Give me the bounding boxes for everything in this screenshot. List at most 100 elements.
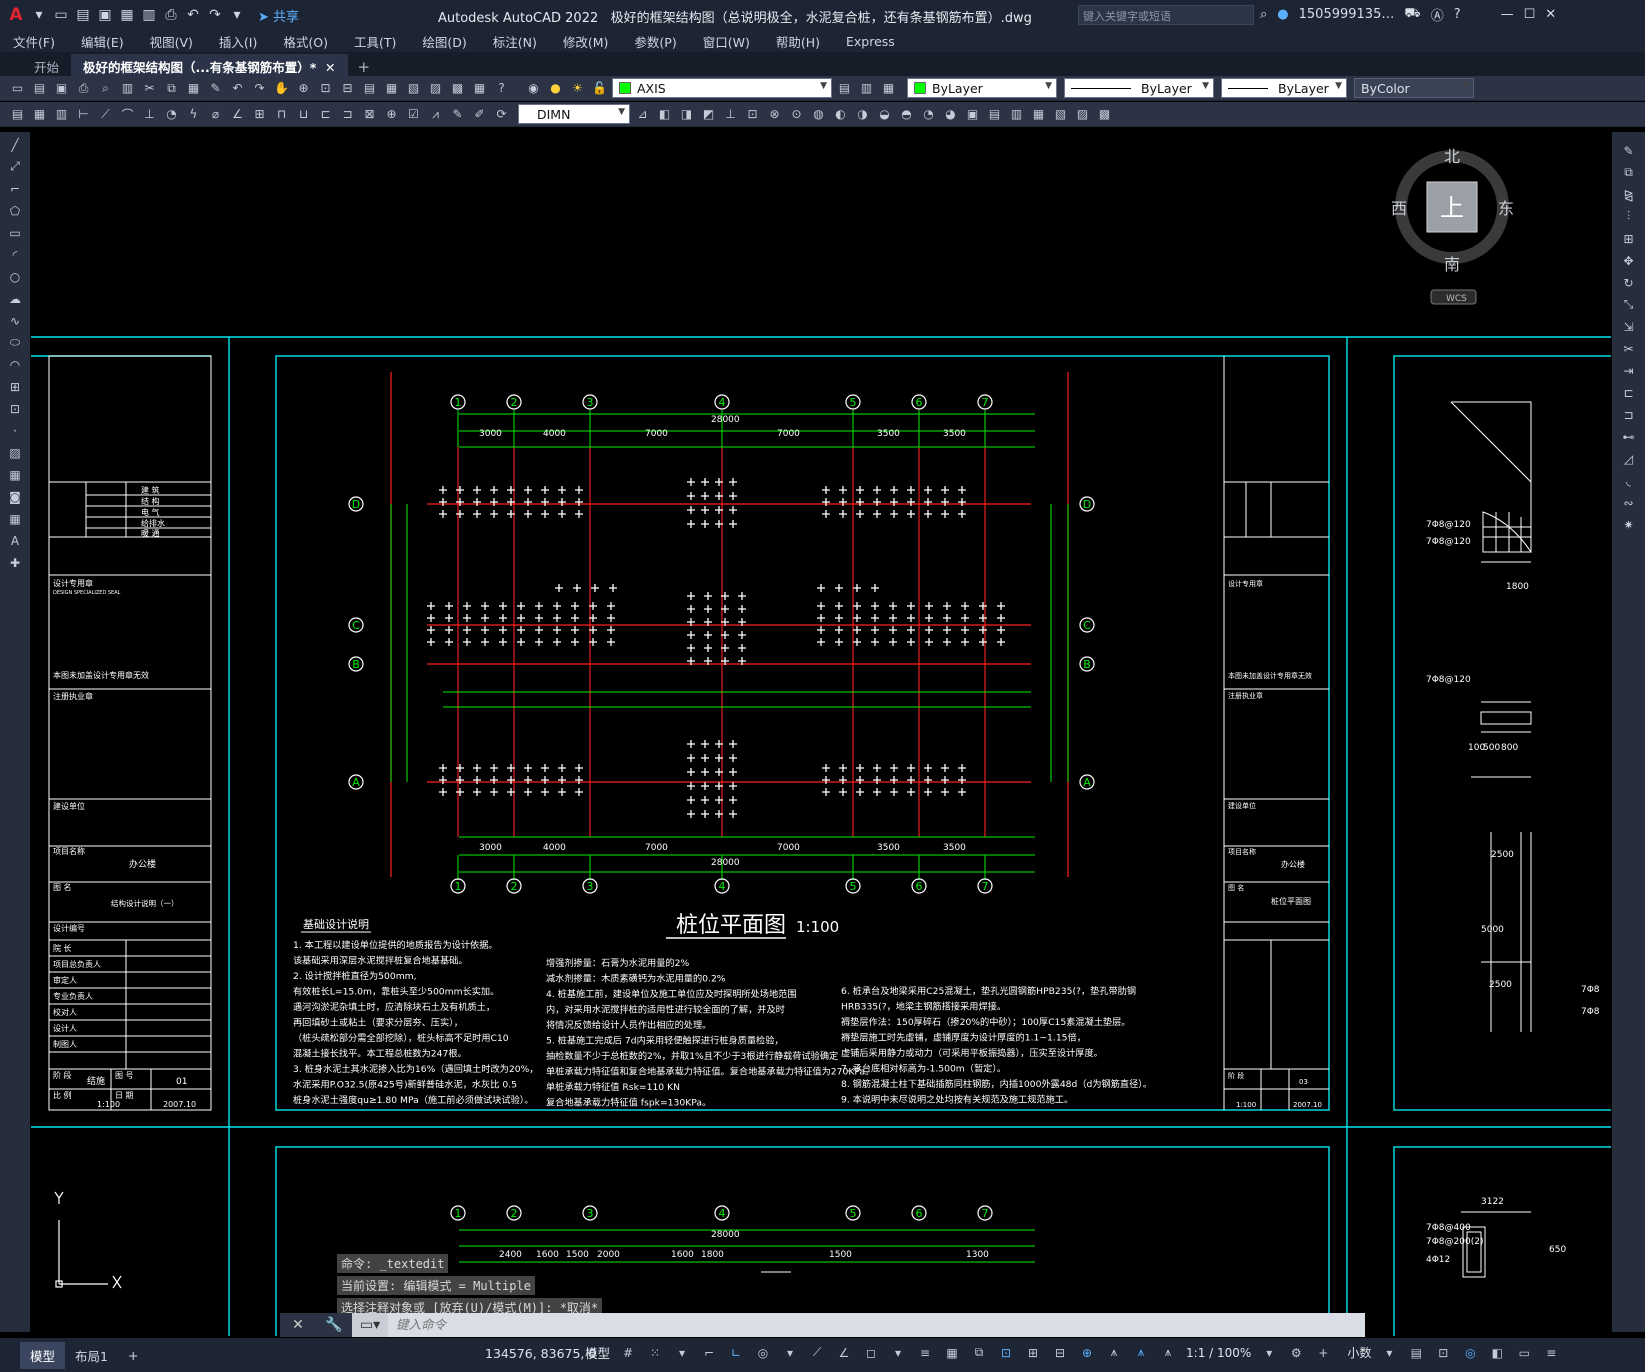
- menu-express[interactable]: Express: [833, 34, 908, 49]
- cut-icon[interactable]: ✂: [140, 79, 159, 98]
- plot-icon[interactable]: ⎙: [162, 6, 180, 24]
- make-current-icon[interactable]: ▤: [835, 79, 854, 98]
- minimize-icon[interactable]: —: [1501, 7, 1514, 22]
- layer-dropdown[interactable]: AXIS ▼: [612, 78, 832, 98]
- join-icon[interactable]: ⊷: [1619, 428, 1639, 445]
- hatch-icon[interactable]: ▨: [5, 444, 25, 461]
- explode-icon[interactable]: ✷: [1619, 516, 1639, 533]
- chamfer-icon[interactable]: ◿: [1619, 450, 1639, 467]
- menu-draw[interactable]: 绘图(D): [409, 32, 479, 51]
- pan-icon[interactable]: ✋: [272, 79, 291, 98]
- insert-block-icon[interactable]: ⊞: [5, 378, 25, 395]
- calc-icon[interactable]: ▦: [470, 79, 489, 98]
- visual-style-icon[interactable]: ◐: [831, 105, 850, 124]
- clean-screen-icon[interactable]: ▭: [1515, 1344, 1533, 1362]
- erase-icon[interactable]: ✎: [1619, 142, 1639, 159]
- point-icon[interactable]: ·: [5, 422, 25, 439]
- command-input[interactable]: [388, 1314, 1288, 1336]
- save-icon[interactable]: ▣: [52, 79, 71, 98]
- new-tab-button[interactable]: +: [348, 58, 381, 76]
- menu-format[interactable]: 格式(O): [270, 32, 341, 51]
- help-icon[interactable]: ?: [492, 79, 511, 98]
- tab-start[interactable]: 开始: [0, 54, 71, 76]
- annotation-visibility-icon[interactable]: ⩚: [1105, 1344, 1123, 1362]
- break-at-point-icon[interactable]: ⊏: [1619, 384, 1639, 401]
- paste-icon[interactable]: ▦: [184, 79, 203, 98]
- camera-icon[interactable]: ◔: [919, 105, 938, 124]
- polar-dropdown-icon[interactable]: ▾: [781, 1344, 799, 1362]
- mirror-icon[interactable]: ⧎: [1619, 186, 1639, 203]
- line-icon[interactable]: ╱: [5, 136, 25, 153]
- lineweight-icon[interactable]: ≡: [916, 1344, 934, 1362]
- extrude-icon[interactable]: ▤: [985, 105, 1004, 124]
- zoom-window-icon[interactable]: ⊡: [316, 79, 335, 98]
- new-icon[interactable]: ▭: [52, 6, 70, 24]
- move-icon[interactable]: ✥: [1619, 252, 1639, 269]
- annoscale-dropdown-icon[interactable]: ▾: [1260, 1344, 1278, 1362]
- lineweight-dropdown[interactable]: ByLayer ▼: [1221, 78, 1347, 98]
- light-icon[interactable]: ◒: [875, 105, 894, 124]
- lock-ui-icon[interactable]: ⊡: [1434, 1344, 1452, 1362]
- dim-space-icon[interactable]: ⊏: [316, 105, 335, 124]
- model-space-button[interactable]: 模型: [585, 1343, 610, 1362]
- menu-tools[interactable]: 工具(T): [341, 32, 409, 51]
- color-dropdown[interactable]: ByLayer ▼: [907, 78, 1057, 98]
- snap-dropdown-icon[interactable]: ▾: [673, 1344, 691, 1362]
- fillet-icon[interactable]: ◟: [1619, 472, 1639, 489]
- open-icon[interactable]: ▤: [30, 79, 49, 98]
- dimstyle-icon[interactable]: ⊿: [633, 105, 652, 124]
- slice-icon[interactable]: ▩: [1095, 105, 1114, 124]
- save-icon[interactable]: ▣: [96, 6, 114, 24]
- array-icon[interactable]: ⊞: [1619, 230, 1639, 247]
- user-icon[interactable]: ●: [1277, 7, 1288, 22]
- units-dropdown-icon[interactable]: ▾: [1380, 1344, 1398, 1362]
- matchprop-icon[interactable]: ✎: [206, 79, 225, 98]
- zoom-realtime-icon[interactable]: ⊕: [294, 79, 313, 98]
- command-customize-icon[interactable]: 🔧: [316, 1313, 352, 1337]
- sheetset-icon[interactable]: ▨: [426, 79, 445, 98]
- menu-modify[interactable]: 修改(M): [550, 32, 622, 51]
- view-iso-icon[interactable]: ◩: [699, 105, 718, 124]
- linetype-dropdown[interactable]: ByLayer ▼: [1064, 78, 1214, 98]
- lightbulb-icon[interactable]: ●: [546, 79, 565, 98]
- publish-icon[interactable]: ▥: [118, 79, 137, 98]
- quick-dim-icon[interactable]: ⊞: [250, 105, 269, 124]
- layout-tab-1[interactable]: 布局1: [65, 1342, 118, 1369]
- dynamic-ucs-icon[interactable]: ⊞: [1024, 1344, 1042, 1362]
- annotation-scale-icon[interactable]: ⩚: [1159, 1344, 1177, 1362]
- dim-text-edit-icon[interactable]: ✐: [470, 105, 489, 124]
- dim-angular-icon[interactable]: ∠: [228, 105, 247, 124]
- search-input[interactable]: 键入关键字或短语: [1078, 5, 1254, 25]
- hardware-accel-icon[interactable]: ◧: [1488, 1344, 1506, 1362]
- isodraft-icon[interactable]: ⟋: [808, 1344, 826, 1362]
- layout-tab-model[interactable]: 模型: [20, 1341, 66, 1369]
- scale-icon[interactable]: ⤡: [1619, 296, 1639, 313]
- menu-help[interactable]: 帮助(H): [763, 32, 833, 51]
- osnap-dropdown-icon[interactable]: ▾: [889, 1344, 907, 1362]
- orbit-icon[interactable]: ◍: [809, 105, 828, 124]
- viewcube[interactable]: 上 北 南 东 西 WCS: [1391, 147, 1514, 305]
- help-icon[interactable]: ?: [1454, 7, 1461, 22]
- add-layout-button[interactable]: +: [118, 1344, 148, 1367]
- compass-west[interactable]: 西: [1391, 199, 1407, 218]
- stretch-icon[interactable]: ⇲: [1619, 318, 1639, 335]
- grid-icon[interactable]: #: [619, 1344, 637, 1362]
- inspect-icon[interactable]: ☑: [404, 105, 423, 124]
- quick-properties-icon[interactable]: ▤: [1407, 1344, 1425, 1362]
- isolate-objects-icon[interactable]: ◎: [1461, 1344, 1479, 1362]
- dim-baseline-icon[interactable]: ⊓: [272, 105, 291, 124]
- circle-icon[interactable]: ○: [5, 268, 25, 285]
- table-icon[interactable]: ▦: [5, 510, 25, 527]
- arc-icon[interactable]: ◜: [5, 246, 25, 263]
- solid-box-icon[interactable]: ▣: [963, 105, 982, 124]
- drawing-canvas[interactable]: 建 筑 结 构 电 气 给排水 暖 通 设计专用章 DESIGN SPECIAL…: [31, 132, 1611, 1336]
- preview-icon[interactable]: ⌕: [96, 79, 115, 98]
- dim-edit-icon[interactable]: ✎: [448, 105, 467, 124]
- 3d-osnap-icon[interactable]: ⊡: [997, 1344, 1015, 1362]
- properties-icon[interactable]: ▤: [360, 79, 379, 98]
- compass-south[interactable]: 南: [1444, 255, 1460, 274]
- cart-icon[interactable]: ⛟: [1404, 6, 1420, 23]
- snap-icon[interactable]: ⁙: [646, 1344, 664, 1362]
- intersect-icon[interactable]: ▨: [1073, 105, 1092, 124]
- undo-icon[interactable]: ↶: [184, 6, 202, 24]
